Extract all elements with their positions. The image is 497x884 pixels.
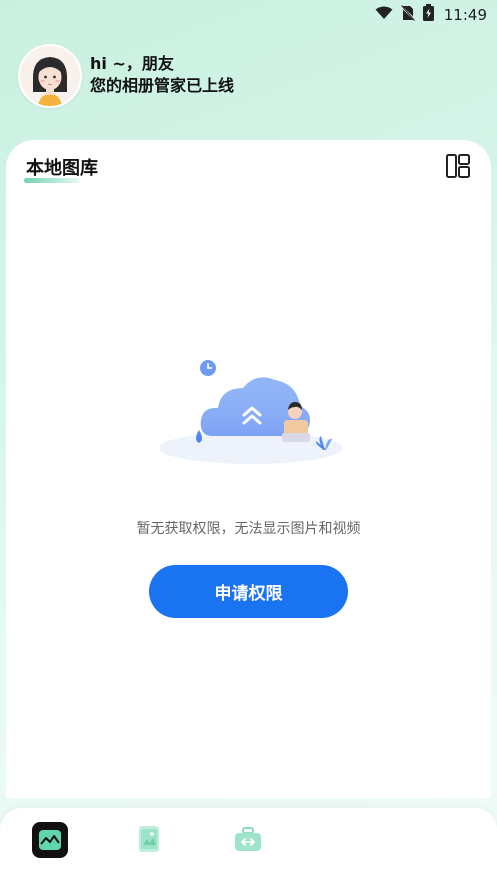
nav-gallery[interactable]	[32, 822, 68, 862]
status-bar: 11:49	[0, 0, 497, 30]
grid-layout-icon[interactable]	[445, 153, 471, 179]
greeting-subtitle: 您的相册管家已上线	[90, 76, 235, 95]
wifi-icon	[375, 5, 393, 24]
battery-charging-icon	[422, 4, 434, 25]
gallery-icon	[32, 822, 68, 862]
bottom-nav	[0, 808, 497, 884]
greeting: hi ~，朋友 您的相册管家已上线	[90, 53, 234, 97]
no-sim-icon	[399, 4, 416, 25]
status-time: 11:49	[443, 5, 487, 24]
album-icon	[135, 825, 163, 859]
avatar[interactable]	[18, 44, 82, 108]
nav-tools[interactable]	[230, 824, 266, 860]
toolbox-icon	[233, 826, 263, 858]
greeting-title: hi ~，朋友	[90, 54, 174, 73]
nav-album[interactable]	[131, 824, 167, 860]
request-permission-button[interactable]: 申请权限	[149, 565, 348, 618]
empty-state-message: 暂无获取权限，无法显示图片和视频	[136, 521, 361, 537]
empty-state-illustration	[151, 358, 351, 473]
local-gallery-card: 本地图库 暂无获取权限，无法显示图片和视频 申请权限	[6, 140, 491, 798]
page-title: 本地图库	[26, 158, 98, 179]
status-icons: 11:49	[375, 4, 487, 25]
header: hi ~，朋友 您的相册管家已上线	[18, 44, 479, 108]
